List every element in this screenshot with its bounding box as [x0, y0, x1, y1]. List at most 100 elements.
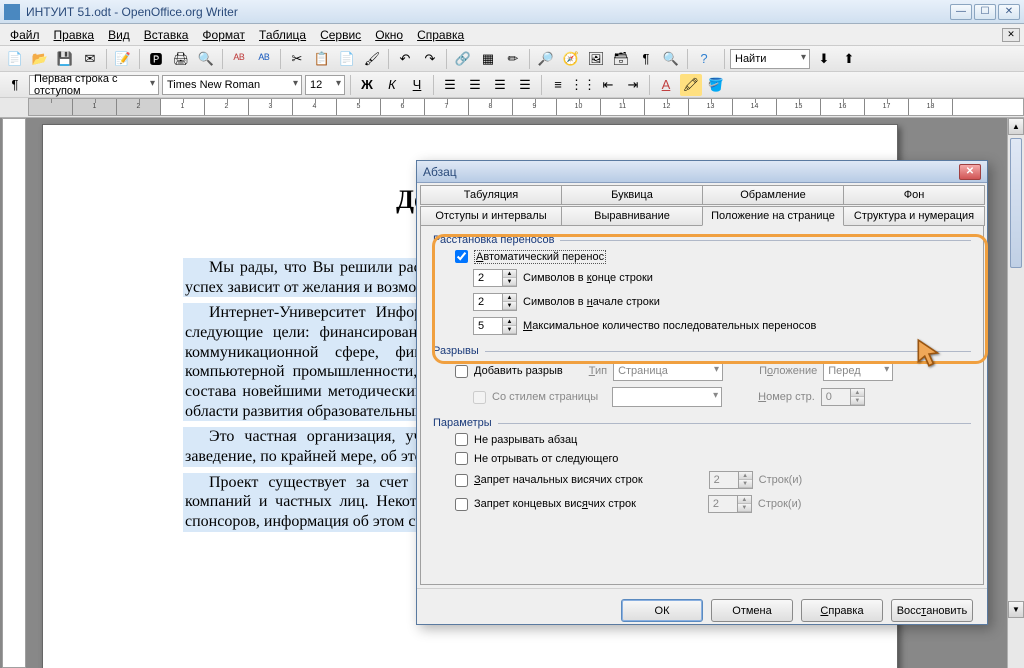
- underline-icon[interactable]: Ч: [406, 74, 428, 96]
- menu-edit[interactable]: Правка: [48, 26, 101, 44]
- edit-icon[interactable]: 📝: [112, 48, 134, 70]
- help-icon[interactable]: ?: [693, 48, 715, 70]
- datasources-icon[interactable]: 🗃: [610, 48, 632, 70]
- increase-indent-icon[interactable]: ⇥: [622, 74, 644, 96]
- menu-tools[interactable]: Сервис: [314, 26, 367, 44]
- cut-icon[interactable]: ✂: [286, 48, 308, 70]
- gallery-icon[interactable]: 🖼: [585, 48, 607, 70]
- ruler-area: 1 2 123 456 789 101112 131415 161718: [0, 98, 1024, 118]
- highlight-icon[interactable]: 🖍: [680, 74, 702, 96]
- vertical-scrollbar[interactable]: ▲ ▼: [1007, 118, 1024, 668]
- bold-icon[interactable]: Ж: [356, 74, 378, 96]
- paragraph-style-combo[interactable]: Первая строка с отступом: [29, 75, 159, 95]
- align-center-icon[interactable]: ☰: [464, 74, 486, 96]
- orphan-checkbox[interactable]: [455, 474, 468, 487]
- chars-start-label: Символов в начале строки: [523, 296, 660, 308]
- tab-border[interactable]: Обрамление: [702, 185, 844, 205]
- find-icon[interactable]: 🔎: [535, 48, 557, 70]
- max-hyphens-spinner[interactable]: 5▲▼: [473, 317, 517, 335]
- keep-together-label: Не разрывать абзац: [474, 434, 577, 446]
- zoom-icon[interactable]: 🔍: [660, 48, 682, 70]
- new-icon[interactable]: 📄: [4, 48, 26, 70]
- tab-indents[interactable]: Отступы и интервалы: [420, 206, 562, 226]
- reset-button[interactable]: Восстановить: [891, 599, 973, 622]
- ok-button[interactable]: ОК: [621, 599, 703, 622]
- widow-lines-label: Строк(и): [758, 498, 802, 510]
- tab-tabulation[interactable]: Табуляция: [420, 185, 562, 205]
- menu-format[interactable]: Формат: [196, 26, 251, 44]
- group-breaks: Разрывы: [431, 345, 973, 357]
- background-icon[interactable]: 🪣: [705, 74, 727, 96]
- dialog-titlebar[interactable]: Абзац ✕: [417, 161, 987, 183]
- redo-icon[interactable]: ↷: [419, 48, 441, 70]
- email-icon[interactable]: ✉: [79, 48, 101, 70]
- table-icon[interactable]: ▦: [477, 48, 499, 70]
- find-next-icon[interactable]: ⬇: [813, 48, 835, 70]
- auto-hyphen-checkbox[interactable]: [455, 250, 468, 263]
- dialog-close-button[interactable]: ✕: [959, 164, 981, 180]
- maximize-button[interactable]: ☐: [974, 4, 996, 20]
- bulleted-list-icon[interactable]: ⋮⋮: [572, 74, 594, 96]
- undo-icon[interactable]: ↶: [394, 48, 416, 70]
- close-button[interactable]: ✕: [998, 4, 1020, 20]
- doc-close-button[interactable]: ✕: [1002, 28, 1020, 42]
- cancel-button[interactable]: Отмена: [711, 599, 793, 622]
- widow-checkbox[interactable]: [455, 498, 468, 511]
- vertical-ruler[interactable]: [2, 118, 26, 668]
- keep-together-checkbox[interactable]: [455, 433, 468, 446]
- menu-help[interactable]: Справка: [411, 26, 470, 44]
- help-button[interactable]: Справка: [801, 599, 883, 622]
- standard-toolbar: 📄 📂 💾 ✉ 📝 🅿 🖨 🔍 ᴬᴮ ᴬᴮ ✂ 📋 📄 🖌 ↶ ↷ 🔗 ▦ ✏ …: [0, 46, 1024, 72]
- italic-icon[interactable]: К: [381, 74, 403, 96]
- decrease-indent-icon[interactable]: ⇤: [597, 74, 619, 96]
- tab-background[interactable]: Фон: [843, 185, 985, 205]
- font-color-icon[interactable]: A: [655, 74, 677, 96]
- nonprint-icon[interactable]: ¶: [635, 48, 657, 70]
- max-hyphens-label: Максимальное количество последовательных…: [523, 320, 816, 332]
- minimize-button[interactable]: —: [950, 4, 972, 20]
- formatting-toolbar: ¶ Первая строка с отступом Times New Rom…: [0, 72, 1024, 98]
- tab-textflow[interactable]: Положение на странице: [702, 206, 844, 226]
- widow-spinner: 2▲▼: [708, 495, 752, 513]
- tab-numbering[interactable]: Структура и нумерация: [843, 206, 985, 226]
- find-combo[interactable]: Найти: [730, 49, 810, 69]
- add-break-checkbox[interactable]: [455, 365, 468, 378]
- tab-dropcap[interactable]: Буквица: [561, 185, 703, 205]
- styles-icon[interactable]: ¶: [4, 74, 26, 96]
- open-icon[interactable]: 📂: [29, 48, 51, 70]
- find-prev-icon[interactable]: ⬆: [838, 48, 860, 70]
- menu-table[interactable]: Таблица: [253, 26, 312, 44]
- format-paintbrush-icon[interactable]: 🖌: [361, 48, 383, 70]
- numbered-list-icon[interactable]: ≡: [547, 74, 569, 96]
- print-preview-icon[interactable]: 🔍: [195, 48, 217, 70]
- chars-end-spinner[interactable]: 2▲▼: [473, 269, 517, 287]
- auto-spellcheck-icon[interactable]: ᴬᴮ: [253, 48, 275, 70]
- spellcheck-icon[interactable]: ᴬᴮ: [228, 48, 250, 70]
- break-pos-combo: Перед: [823, 361, 893, 381]
- font-name-combo[interactable]: Times New Roman: [162, 75, 302, 95]
- paste-icon[interactable]: 📄: [336, 48, 358, 70]
- menu-window[interactable]: Окно: [369, 26, 409, 44]
- chars-end-label: Символов в конце строки: [523, 272, 653, 284]
- tab-alignment[interactable]: Выравнивание: [561, 206, 703, 226]
- horizontal-ruler[interactable]: 1 2 123 456 789 101112 131415 161718: [28, 98, 1024, 116]
- export-pdf-icon[interactable]: 🅿: [145, 48, 167, 70]
- menu-insert[interactable]: Вставка: [138, 26, 195, 44]
- align-right-icon[interactable]: ☰: [489, 74, 511, 96]
- show-draw-icon[interactable]: ✏: [502, 48, 524, 70]
- keep-next-label: Не отрывать от следующего: [474, 453, 618, 465]
- font-size-combo[interactable]: 12: [305, 75, 345, 95]
- menu-file[interactable]: Файл: [4, 26, 46, 44]
- menubar: Файл Правка Вид Вставка Формат Таблица С…: [0, 24, 1024, 46]
- chars-start-spinner[interactable]: 2▲▼: [473, 293, 517, 311]
- navigator-icon[interactable]: 🧭: [560, 48, 582, 70]
- save-icon[interactable]: 💾: [54, 48, 76, 70]
- align-justify-icon[interactable]: ☰: [514, 74, 536, 96]
- align-left-icon[interactable]: ☰: [439, 74, 461, 96]
- keep-next-checkbox[interactable]: [455, 452, 468, 465]
- hyperlink-icon[interactable]: 🔗: [452, 48, 474, 70]
- break-type-combo: Страница: [613, 361, 723, 381]
- copy-icon[interactable]: 📋: [311, 48, 333, 70]
- print-icon[interactable]: 🖨: [170, 48, 192, 70]
- menu-view[interactable]: Вид: [102, 26, 136, 44]
